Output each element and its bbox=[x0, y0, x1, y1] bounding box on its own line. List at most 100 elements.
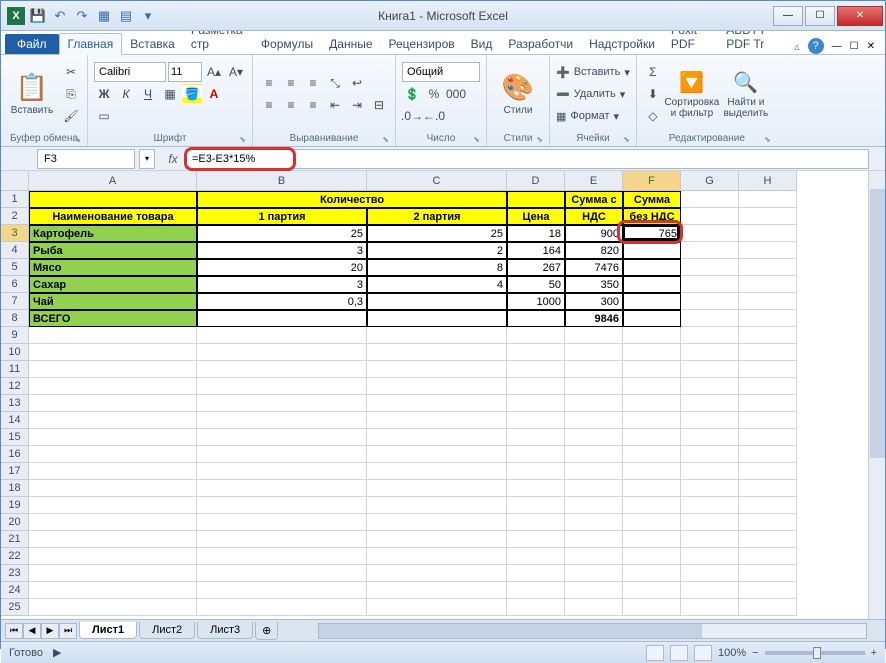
cell[interactable] bbox=[507, 480, 565, 497]
cell[interactable] bbox=[681, 276, 739, 293]
cell[interactable] bbox=[739, 446, 797, 463]
cell[interactable] bbox=[739, 242, 797, 259]
row-header-23[interactable]: 23 bbox=[1, 565, 29, 582]
cell[interactable] bbox=[681, 191, 739, 208]
cell[interactable] bbox=[565, 327, 623, 344]
sheet-nav-next[interactable]: ▶ bbox=[41, 623, 59, 639]
cell[interactable] bbox=[623, 548, 681, 565]
cell[interactable] bbox=[565, 514, 623, 531]
cell[interactable] bbox=[507, 361, 565, 378]
wrap-text-button[interactable]: ↩ bbox=[347, 73, 367, 93]
cell[interactable] bbox=[565, 361, 623, 378]
cell[interactable] bbox=[507, 344, 565, 361]
column-header-B[interactable]: B bbox=[197, 171, 367, 191]
cell[interactable] bbox=[623, 429, 681, 446]
cell[interactable] bbox=[367, 480, 507, 497]
column-header-G[interactable]: G bbox=[681, 171, 739, 191]
row-header-9[interactable]: 9 bbox=[1, 327, 29, 344]
cell[interactable] bbox=[197, 344, 367, 361]
row-header-24[interactable]: 24 bbox=[1, 582, 29, 599]
cell[interactable]: 8 bbox=[367, 259, 507, 276]
cell[interactable] bbox=[197, 565, 367, 582]
column-header-C[interactable]: C bbox=[367, 171, 507, 191]
cell[interactable] bbox=[739, 310, 797, 327]
font-name-select[interactable] bbox=[94, 62, 166, 82]
cell[interactable] bbox=[739, 582, 797, 599]
cell[interactable] bbox=[197, 361, 367, 378]
qat-icon-2[interactable]: ▤ bbox=[117, 7, 135, 25]
cell[interactable] bbox=[623, 344, 681, 361]
increase-indent-button[interactable]: ⇥ bbox=[347, 95, 367, 115]
cell[interactable] bbox=[565, 412, 623, 429]
cell[interactable]: 765 bbox=[623, 225, 681, 242]
row-header-7[interactable]: 7 bbox=[1, 293, 29, 310]
help-icon[interactable]: ? bbox=[808, 38, 824, 54]
sheet-tab-2[interactable]: Лист2 bbox=[139, 622, 195, 639]
merge-button[interactable]: ⊟ bbox=[369, 95, 389, 115]
cell[interactable] bbox=[681, 480, 739, 497]
cell[interactable] bbox=[367, 599, 507, 616]
window-restore-icon[interactable]: ☐ bbox=[850, 41, 859, 52]
row-header-1[interactable]: 1 bbox=[1, 191, 29, 208]
cell[interactable] bbox=[739, 344, 797, 361]
tab-data[interactable]: Данные bbox=[321, 34, 380, 54]
cell[interactable]: Сахар bbox=[29, 276, 197, 293]
column-header-D[interactable]: D bbox=[507, 171, 565, 191]
bold-button[interactable]: Ж bbox=[94, 84, 114, 104]
minimize-ribbon-icon[interactable]: ▵ bbox=[794, 40, 800, 53]
cell[interactable] bbox=[29, 548, 197, 565]
zoom-level[interactable]: 100% bbox=[718, 647, 746, 659]
column-header-A[interactable]: A bbox=[29, 171, 197, 191]
cell[interactable] bbox=[29, 344, 197, 361]
cell[interactable]: 25 bbox=[367, 225, 507, 242]
sheet-nav-prev[interactable]: ◀ bbox=[23, 623, 41, 639]
cell[interactable] bbox=[739, 531, 797, 548]
cell[interactable] bbox=[367, 327, 507, 344]
cell[interactable] bbox=[29, 599, 197, 616]
cell[interactable]: Сумма с bbox=[565, 191, 623, 208]
sheet-tab-3[interactable]: Лист3 bbox=[197, 622, 253, 639]
cell[interactable] bbox=[739, 514, 797, 531]
align-middle-button[interactable]: ≡ bbox=[281, 73, 301, 93]
cell[interactable] bbox=[29, 565, 197, 582]
sort-filter-button[interactable]: 🔽 Сортировка и фильтр bbox=[667, 57, 717, 131]
cell[interactable] bbox=[507, 531, 565, 548]
align-right-button[interactable]: ≡ bbox=[303, 95, 323, 115]
cell[interactable] bbox=[623, 293, 681, 310]
cell[interactable] bbox=[623, 412, 681, 429]
cell[interactable] bbox=[565, 599, 623, 616]
cell[interactable] bbox=[739, 378, 797, 395]
row-header-11[interactable]: 11 bbox=[1, 361, 29, 378]
cell[interactable] bbox=[623, 565, 681, 582]
tab-home[interactable]: Главная bbox=[59, 33, 123, 55]
cell[interactable] bbox=[623, 395, 681, 412]
window-close-icon[interactable]: ✕ bbox=[867, 41, 875, 52]
cell[interactable] bbox=[565, 344, 623, 361]
cell[interactable]: 20 bbox=[197, 259, 367, 276]
cell[interactable] bbox=[197, 378, 367, 395]
cell[interactable] bbox=[565, 395, 623, 412]
tab-review[interactable]: Рецензиров bbox=[381, 34, 463, 54]
cell[interactable] bbox=[29, 378, 197, 395]
row-header-16[interactable]: 16 bbox=[1, 446, 29, 463]
cell[interactable] bbox=[681, 208, 739, 225]
row-header-21[interactable]: 21 bbox=[1, 531, 29, 548]
cell[interactable] bbox=[367, 497, 507, 514]
cell[interactable]: 9846 bbox=[565, 310, 623, 327]
cell[interactable]: 820 bbox=[565, 242, 623, 259]
cell[interactable] bbox=[681, 582, 739, 599]
cell[interactable] bbox=[681, 548, 739, 565]
cell[interactable]: 7476 bbox=[565, 259, 623, 276]
row-header-6[interactable]: 6 bbox=[1, 276, 29, 293]
cell[interactable] bbox=[681, 310, 739, 327]
cell[interactable] bbox=[367, 463, 507, 480]
cell[interactable] bbox=[367, 514, 507, 531]
increase-decimal-button[interactable]: .0→ bbox=[402, 106, 422, 126]
maximize-button[interactable]: ☐ bbox=[805, 6, 835, 26]
tab-view[interactable]: Вид bbox=[463, 34, 501, 54]
cell[interactable] bbox=[623, 531, 681, 548]
cell[interactable] bbox=[29, 480, 197, 497]
cell[interactable] bbox=[623, 480, 681, 497]
row-header-8[interactable]: 8 bbox=[1, 310, 29, 327]
minimize-button[interactable]: — bbox=[773, 6, 803, 26]
